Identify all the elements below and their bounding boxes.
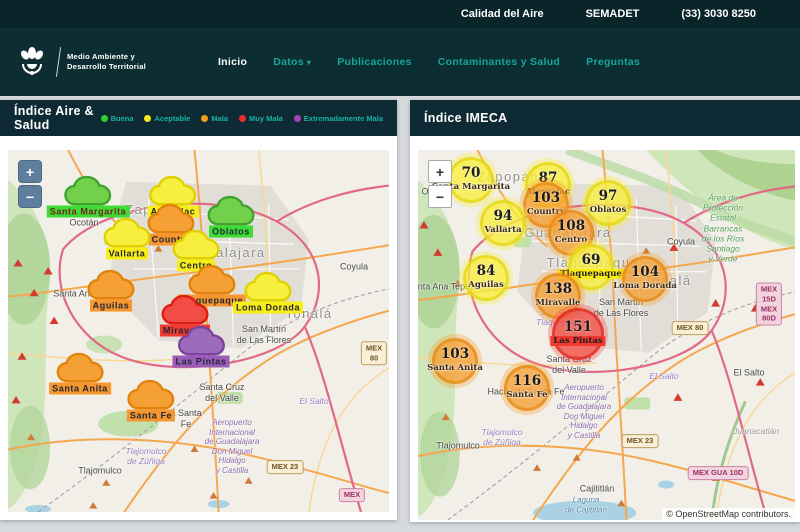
road-badge-mex-80: MEX 80: [361, 341, 387, 365]
nav-item-publicaciones[interactable]: Publicaciones: [337, 56, 412, 68]
nav-item-datos[interactable]: Datos▾: [273, 56, 311, 68]
legend-item-mala: Mala: [201, 114, 228, 123]
aire-salud-header: Índice Aire & Salud Buena Aceptable Mala Mu…: [0, 100, 397, 136]
legend-item-extremadamente-mala: Extremadamente Mala: [294, 114, 383, 123]
imeca-header: Índice IMECA: [410, 100, 800, 136]
map-zoom-controls: + −: [18, 160, 42, 208]
legend-dot-icon: [144, 115, 151, 122]
legend-dot-icon: [101, 115, 108, 122]
zoom-in-button[interactable]: +: [18, 160, 42, 183]
nav-item-preguntas[interactable]: Preguntas: [586, 56, 640, 68]
semadet-logo: [14, 44, 50, 80]
legend-dot-icon: [294, 115, 301, 122]
air-quality-legend: Buena Aceptable Mala Muy Mala Extremadamente…: [101, 114, 383, 123]
nav-item-contaminantes-y-salud[interactable]: Contaminantes y Salud: [438, 56, 560, 68]
road-badge-mex-80: MEX 80: [672, 321, 709, 335]
legend-dot-icon: [239, 115, 246, 122]
logo-divider: [56, 47, 61, 77]
road-badge-layer: MEX 15D MEX 80D MEX 80 MEX 23 MEX GUA 10D: [418, 150, 795, 520]
zoom-in-button[interactable]: +: [428, 160, 452, 183]
legend-label: Aceptable: [154, 114, 190, 123]
road-badge-mex-23: MEX 23: [267, 460, 304, 474]
brand-line1: Medio Ambiente y: [67, 52, 146, 62]
road-badge-mex-23: MEX 23: [622, 434, 659, 448]
legend-item-muy-mala: Muy Mala: [239, 114, 283, 123]
legend-item-aceptable: Aceptable: [144, 114, 190, 123]
road-badge-mex-15d-mex-80d: MEX 15D MEX 80D: [756, 283, 782, 326]
top-utility-bar: Calidad del Aire SEMADET (33) 3030 8250: [0, 0, 800, 28]
road-badge-mex: MEX: [339, 488, 365, 502]
legend-label: Mala: [211, 114, 228, 123]
legend-item-buena: Buena: [101, 114, 134, 123]
imeca-title: Índice IMECA: [424, 111, 507, 125]
app-header: Calidad del Aire SEMADET (33) 3030 8250 …: [0, 0, 800, 96]
legend-dot-icon: [201, 115, 208, 122]
aire-salud-title: Índice Aire & Salud: [14, 104, 101, 132]
brand-name: Medio Ambiente y Desarrollo Territorial: [67, 52, 146, 73]
legend-label: Extremadamente Mala: [304, 114, 383, 123]
main-nav: Inicio Datos▾ Publicaciones Contaminantes y…: [218, 56, 640, 68]
product-name: Calidad del Aire: [461, 8, 544, 20]
osm-attribution[interactable]: © OpenStreetMap contributors.: [662, 508, 795, 520]
org-name: SEMADET: [586, 8, 640, 20]
aire-salud-panel: Índice Aire & Salud Buena Aceptable Mala Mu…: [0, 100, 397, 520]
nav-item-inicio[interactable]: Inicio: [218, 56, 247, 68]
legend-label: Buena: [111, 114, 134, 123]
map-zoom-controls: + −: [428, 160, 452, 208]
phone-number: (33) 3030 8250: [681, 8, 756, 20]
road-badge-layer: MEX 80 MEX 23 MEX: [8, 150, 389, 512]
zoom-out-button[interactable]: −: [18, 185, 42, 208]
aire-salud-map[interactable]: + − ZapopanOcotánGuadalajaraSanta AnaCoy…: [8, 150, 389, 512]
legend-label: Muy Mala: [249, 114, 283, 123]
zoom-out-button[interactable]: −: [428, 185, 452, 208]
main-nav-bar: Medio Ambiente y Desarrollo Territorial …: [0, 28, 800, 96]
chevron-down-icon: ▾: [307, 58, 311, 67]
imeca-map[interactable]: + − © OpenStreetMap contributors. Zapopa…: [418, 150, 795, 520]
imeca-panel: Índice IMECA: [410, 100, 800, 522]
road-badge-mex-gua-10d: MEX GUA 10D: [688, 466, 749, 480]
brand-line2: Desarrollo Territorial: [67, 62, 146, 72]
